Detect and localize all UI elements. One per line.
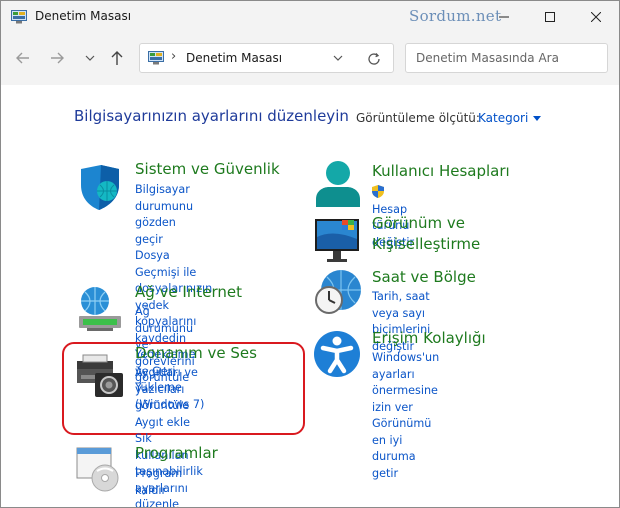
category-title-network-internet[interactable]: Ağ ve Internet [135, 283, 242, 301]
close-button[interactable] [573, 1, 619, 33]
caret-down-icon [533, 116, 542, 121]
uac-shield-icon [372, 185, 384, 198]
address-bar[interactable]: › Denetim Masası [139, 43, 394, 73]
network-globe-icon[interactable] [75, 284, 125, 334]
maximize-icon [545, 12, 555, 22]
accessibility-icon[interactable] [313, 330, 363, 380]
category-title-system-security[interactable]: Sistem ve Güvenlik [135, 160, 280, 178]
minimize-icon [499, 16, 509, 18]
links-programs: Program kaldır [135, 466, 182, 499]
control-panel-icon [11, 10, 27, 24]
category-title-appearance-line2[interactable]: Kişiselleştirme [372, 235, 480, 253]
control-panel-icon [148, 51, 164, 65]
main-content: Bilgisayarınızın ayarlarını düzenleyin G… [1, 85, 619, 507]
forward-arrow-icon[interactable] [48, 49, 66, 67]
clock-globe-icon[interactable] [313, 268, 363, 318]
link-add-device[interactable]: Aygıt ekle [135, 415, 203, 432]
search-input[interactable]: Denetim Masasında Ara [405, 43, 608, 73]
link-uninstall-program[interactable]: Program kaldır [135, 466, 182, 499]
title-bar[interactable]: Denetim Masası Sordum.net [1, 1, 619, 33]
window-title: Denetim Masası [35, 9, 132, 23]
link-let-windows-suggest[interactable]: Windows'un ayarları [372, 350, 439, 383]
chevron-down-icon[interactable] [332, 53, 344, 63]
link-optimize-display[interactable]: Görünümü en iyi duruma getir [372, 416, 439, 482]
page-heading: Bilgisayarınızın ayarlarını düzenleyin [74, 107, 349, 125]
category-title-appearance-line1[interactable]: Görünüm ve [372, 214, 465, 232]
view-by-value: Kategori [478, 111, 529, 125]
back-arrow-icon[interactable] [14, 49, 32, 67]
security-shield-icon[interactable] [75, 163, 125, 213]
category-title-programs[interactable]: Programlar [135, 444, 218, 462]
link-check-computer-status-cont[interactable]: geçir [135, 232, 212, 249]
category-title-user-accounts[interactable]: Kullanıcı Hesapları [372, 162, 510, 180]
minimize-button[interactable] [481, 1, 527, 33]
link-view-devices-printers[interactable]: Aygıtları ve yazıcıları görüntüle [135, 365, 203, 415]
control-panel-window: Denetim Masası Sordum.net › Denetim Masa… [0, 0, 620, 508]
recent-locations-chevron-icon[interactable] [81, 49, 99, 67]
refresh-icon[interactable] [366, 51, 382, 67]
up-arrow-icon[interactable] [108, 49, 126, 67]
view-by-label: Görüntüleme ölçütü: [356, 111, 480, 125]
links-ease-of-access: Windows'un ayarları önermesine izin ver … [372, 350, 439, 482]
category-title-ease-of-access[interactable]: Erişim Kolaylığı [372, 329, 486, 347]
programs-icon[interactable] [75, 444, 125, 494]
maximize-button[interactable] [527, 1, 573, 33]
user-accounts-icon[interactable] [313, 159, 363, 209]
breadcrumb-separator-icon[interactable]: › [171, 49, 176, 64]
category-title-clock-region[interactable]: Saat ve Bölge [372, 268, 476, 286]
category-title-hardware-sound[interactable]: Donanım ve Ses [135, 344, 257, 362]
close-icon [591, 12, 601, 22]
navigation-bar: › Denetim Masası Denetim Masasında Ara [1, 33, 619, 85]
link-let-windows-suggest-cont[interactable]: önermesine izin ver [372, 383, 439, 416]
appearance-monitor-icon[interactable] [313, 217, 363, 267]
view-by-dropdown[interactable]: Kategori [478, 111, 542, 125]
link-check-computer-status[interactable]: Bilgisayar durumunu gözden [135, 182, 212, 232]
breadcrumb-location[interactable]: Denetim Masası [186, 51, 282, 65]
search-placeholder: Denetim Masasında Ara [416, 51, 559, 65]
printer-camera-icon[interactable] [75, 353, 125, 403]
